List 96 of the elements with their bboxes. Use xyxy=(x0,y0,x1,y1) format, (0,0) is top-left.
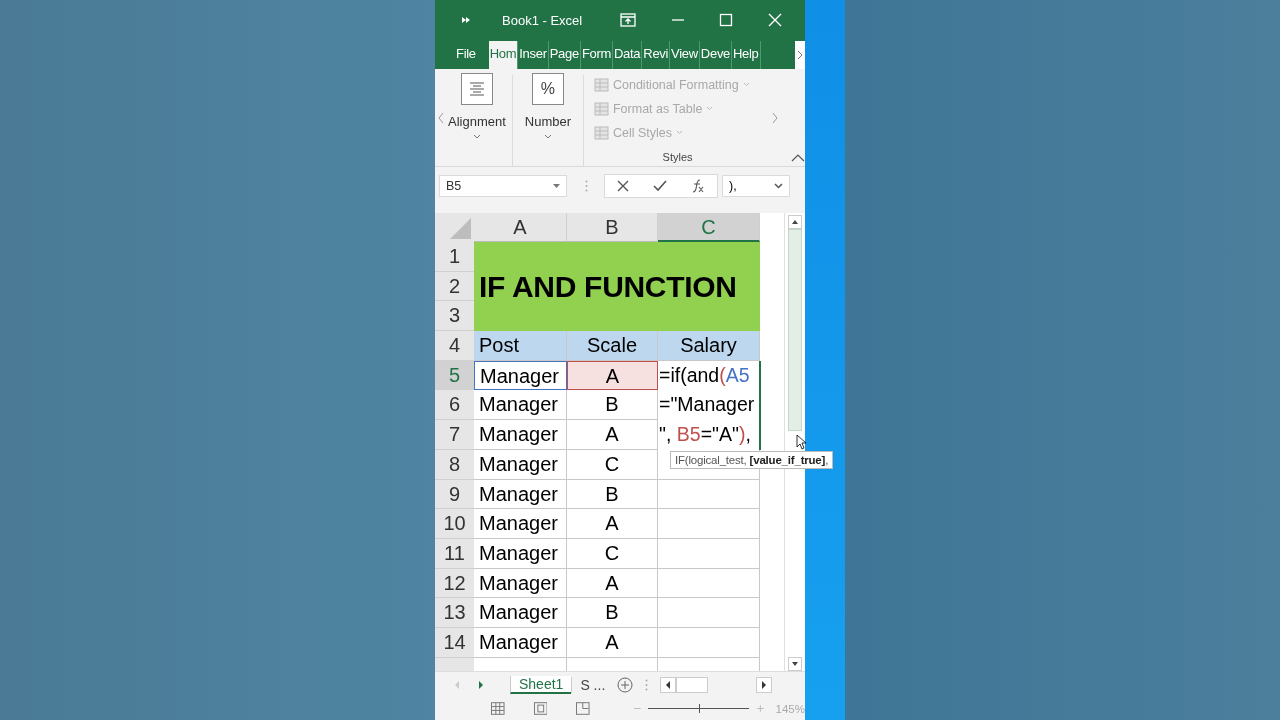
table-cell[interactable]: Manager xyxy=(474,390,567,421)
select-all-icon[interactable] xyxy=(435,213,474,242)
table-cell[interactable]: Manager xyxy=(474,598,567,628)
row-header[interactable]: 4 xyxy=(435,331,474,361)
group-label: Styles xyxy=(661,151,694,163)
table-cell[interactable]: B xyxy=(567,479,658,510)
row-header[interactable]: 14 xyxy=(435,627,474,658)
table-style-icon xyxy=(593,101,609,116)
collapse-ribbon-icon[interactable] xyxy=(791,154,806,162)
ribbon-button[interactable]: % Number xyxy=(516,73,579,166)
percent-icon: % xyxy=(540,80,556,98)
add-sheet-icon[interactable] xyxy=(617,676,634,693)
table-cell[interactable]: C xyxy=(567,449,658,480)
ribbon-tab[interactable]: Page xyxy=(548,41,581,69)
table-cell[interactable]: C xyxy=(567,538,658,569)
row-header[interactable]: 12 xyxy=(435,568,474,599)
page-layout-icon[interactable] xyxy=(533,702,548,715)
ribbon-tab[interactable]: Help xyxy=(732,41,761,69)
sheet-tab[interactable]: Sheet1 xyxy=(510,675,572,694)
zoom-in-icon[interactable] xyxy=(755,704,765,713)
formula-field[interactable]: ), xyxy=(722,175,790,197)
row-header[interactable]: 10 xyxy=(435,509,474,539)
grip-icon xyxy=(585,180,588,192)
table-style-icon xyxy=(593,77,609,92)
table-cell[interactable]: A xyxy=(567,509,658,539)
previous-sheet-icon[interactable] xyxy=(453,679,461,690)
table-cell[interactable]: Manager xyxy=(474,568,567,599)
table-cell[interactable]: B xyxy=(567,598,658,628)
row-header[interactable]: 1 xyxy=(435,242,474,272)
dropdown-icon xyxy=(676,130,683,135)
ribbon-tab[interactable]: Inser xyxy=(518,41,549,69)
table-cell[interactable]: Manager xyxy=(474,538,567,569)
align-center-icon xyxy=(468,81,485,97)
table-cell[interactable]: Manager xyxy=(474,360,567,391)
ribbon-tab[interactable]: Revi xyxy=(642,41,671,69)
horizontal-scrollbar[interactable] xyxy=(660,676,773,693)
ribbon-button[interactable]: Alignment xyxy=(445,73,508,166)
column-header[interactable]: C xyxy=(658,213,760,242)
table-cell[interactable]: A xyxy=(567,568,658,599)
column-header[interactable]: B xyxy=(567,213,658,242)
table-cell[interactable]: Manager xyxy=(474,420,567,450)
insert-function-icon[interactable] xyxy=(691,179,705,193)
mouse-pointer-icon xyxy=(796,434,806,450)
maximize-icon[interactable] xyxy=(719,13,733,27)
column-heading[interactable]: Scale xyxy=(567,331,658,361)
column-heading[interactable]: Post xyxy=(474,331,567,361)
name-box[interactable]: B5 xyxy=(439,175,567,197)
next-sheet-icon[interactable] xyxy=(477,679,485,690)
scroll-thumb[interactable] xyxy=(788,229,802,431)
function-tooltip: IF(logical_test, [value_if_true], xyxy=(670,451,834,469)
page-break-icon[interactable] xyxy=(576,702,590,715)
scroll-thumb[interactable] xyxy=(676,676,709,693)
scroll-up-icon[interactable] xyxy=(788,215,802,229)
quick-access-icon[interactable] xyxy=(460,15,472,25)
column-heading[interactable]: Salary xyxy=(658,331,760,361)
table-cell[interactable]: A xyxy=(567,627,658,658)
dropdown-icon xyxy=(706,106,714,111)
cell-editor[interactable]: =if(and(A5 ="Manager ", B5="A"), xyxy=(658,360,761,450)
column-header[interactable]: A xyxy=(474,213,567,242)
row-header[interactable]: 5 xyxy=(435,360,474,391)
dropdown-icon xyxy=(553,183,560,189)
ribbon-tab[interactable]: Form xyxy=(580,41,614,69)
table-cell[interactable]: A xyxy=(567,360,658,391)
row-header[interactable]: 11 xyxy=(435,538,474,569)
row-header[interactable]: 9 xyxy=(435,479,474,510)
dropdown-icon xyxy=(472,134,481,139)
scroll-right-icon[interactable] xyxy=(756,676,773,693)
ribbon-tab[interactable]: View xyxy=(670,41,700,69)
row-header[interactable]: 13 xyxy=(435,598,474,628)
dropdown-icon xyxy=(742,82,750,87)
ribbon-tab[interactable]: Data xyxy=(613,41,643,69)
row-header[interactable]: 8 xyxy=(435,449,474,480)
row-header[interactable]: 2 xyxy=(435,271,474,302)
row-header[interactable]: 3 xyxy=(435,301,474,332)
enter-check-icon[interactable] xyxy=(653,180,667,192)
table-cell[interactable]: Manager xyxy=(474,479,567,510)
row-header[interactable]: 6 xyxy=(435,390,474,421)
cancel-icon[interactable] xyxy=(617,180,629,192)
window-title: Book1 - Excel xyxy=(502,12,584,28)
normal-view-icon[interactable] xyxy=(491,702,505,715)
close-icon[interactable] xyxy=(768,13,782,27)
table-cell[interactable]: Manager xyxy=(474,627,567,658)
expand-icon[interactable] xyxy=(774,183,783,189)
ribbon-tab[interactable]: Deve xyxy=(699,41,732,69)
ribbon-tab[interactable]: File xyxy=(443,41,489,69)
dropdown-icon xyxy=(543,134,552,139)
table-style-icon xyxy=(593,125,609,140)
table-cell[interactable]: Manager xyxy=(474,509,567,539)
ribbon-tab[interactable]: Hom xyxy=(488,41,519,69)
table-cell[interactable]: Manager xyxy=(474,449,567,480)
scroll-left-icon[interactable] xyxy=(660,676,677,693)
title-cell: IF AND FUNCTION xyxy=(474,242,760,332)
row-header[interactable]: 7 xyxy=(435,420,474,450)
sheet-tab[interactable]: S ... xyxy=(571,676,614,693)
scroll-down-icon[interactable] xyxy=(788,657,802,671)
ribbon-display-icon[interactable] xyxy=(620,13,636,27)
